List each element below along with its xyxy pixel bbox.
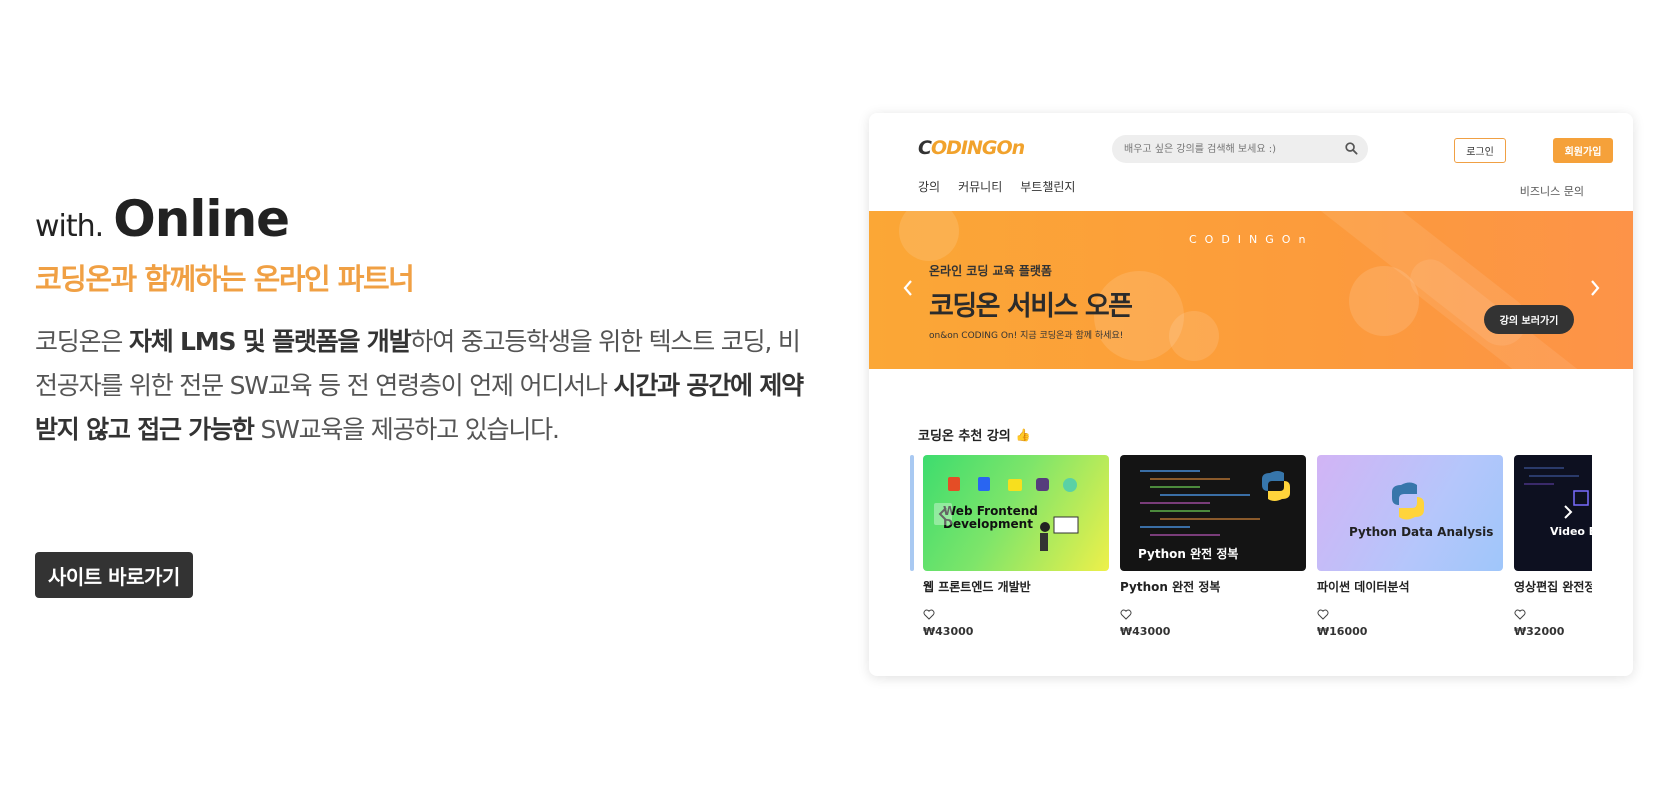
signup-button[interactable]: 회원가입 (1553, 138, 1613, 163)
hero-description: 코딩온은 자체 LMS 및 플랫폼을 개발하여 중고등학생을 위한 텍스트 코딩… (35, 320, 815, 452)
thumb-text: Video E (1550, 525, 1592, 538)
heart-icon[interactable] (1514, 609, 1526, 620)
course-card[interactable]: Python 완전 정복 Python 완전 정복 ₩43000 (1120, 455, 1306, 638)
business-inquiry-link[interactable]: 비즈니스 문의 (1520, 183, 1584, 199)
hero-heading: with. Online (35, 190, 815, 248)
banner-bubble (899, 211, 959, 261)
recommended-heading: 코딩온 추천 강의 👍 (918, 425, 1031, 445)
desc-part: SW교육을 제공하고 있습니다. (253, 415, 559, 444)
course-thumbnail: Python 완전 정복 (1120, 455, 1306, 571)
course-thumbnail: Web Frontend Development (923, 455, 1109, 571)
recommended-title: 코딩온 추천 강의 (918, 429, 1011, 444)
course-title[interactable]: 영상편집 완전정 (1514, 578, 1592, 595)
site-preview-card[interactable]: CODINGOn 로그인 회원가입 강의 커뮤니티 부트챌린지 비즈니스 문의 … (869, 113, 1633, 676)
logo-rest: ODINGOn (930, 137, 1025, 159)
heart-icon[interactable] (1317, 609, 1329, 620)
search-input[interactable] (1112, 135, 1368, 163)
thumbs-up-icon: 👍 (1015, 427, 1031, 442)
nav-item-bootchallenge[interactable]: 부트챌린지 (1020, 178, 1075, 195)
course-next-icon[interactable] (1560, 501, 1576, 523)
course-title[interactable]: Python 완전 정복 (1120, 578, 1306, 595)
carousel-edge (910, 455, 914, 571)
course-title[interactable]: 웹 프론트엔드 개발반 (923, 578, 1109, 595)
thumb-text: Python Data Analysis (1349, 525, 1494, 539)
hero-banner[interactable]: CODINGOn 온라인 코딩 교육 플랫폼 코딩온 서비스 오픈 on&on … (869, 211, 1633, 369)
hero-section: with. Online 코딩온과 함께하는 온라인 파트너 코딩온은 자체 L… (35, 190, 815, 598)
visit-site-button[interactable]: 사이트 바로가기 (35, 552, 193, 598)
banner-brand: CODINGOn (1189, 233, 1314, 246)
course-card[interactable]: Python Data Analysis 파이썬 데이터분석 ₩16000 (1317, 455, 1503, 638)
codingon-logo[interactable]: CODINGOn (918, 137, 1025, 159)
desc-part-bold: 자체 LMS 및 플랫폼을 개발 (128, 327, 412, 356)
code-lines-icon (1524, 467, 1589, 506)
desc-part: 코딩온은 (35, 327, 129, 356)
hero-subtitle: 코딩온과 함께하는 온라인 파트너 (35, 262, 415, 296)
banner-prev-icon[interactable] (901, 278, 915, 298)
course-carousel[interactable]: Web Frontend Development 웹 프론트엔드 개발반 ₩43… (910, 455, 1592, 655)
nav-item-courses[interactable]: 강의 (918, 178, 940, 195)
heart-icon[interactable] (1120, 609, 1132, 620)
hero-with: with. (35, 209, 104, 244)
banner-bubble (1169, 311, 1219, 361)
banner-title: 코딩온 서비스 오픈 (929, 291, 1133, 322)
preview-nav: 강의 커뮤니티 부트챌린지 (918, 178, 1075, 195)
python-logo-icon (1392, 482, 1424, 520)
banner-next-icon[interactable] (1588, 278, 1602, 298)
course-thumbnail: Python Data Analysis (1317, 455, 1503, 571)
course-prev-icon[interactable] (934, 503, 952, 525)
banner-subtitle: on&on CODING On! 지금 코딩온과 함께 하세요! (929, 331, 1124, 341)
login-button[interactable]: 로그인 (1454, 138, 1506, 163)
course-price: ₩32000 (1514, 625, 1565, 638)
banner-eyebrow: 온라인 코딩 교육 플랫폼 (929, 264, 1052, 278)
course-card[interactable]: Web Frontend Development 웹 프론트엔드 개발반 ₩43… (923, 455, 1109, 638)
course-price: ₩16000 (1317, 625, 1368, 638)
course-card[interactable]: Video E 영상편집 완전정 ₩32000 (1514, 455, 1592, 638)
course-thumbnail: Video E (1514, 455, 1592, 571)
preview-header: CODINGOn 로그인 회원가입 강의 커뮤니티 부트챌린지 비즈니스 문의 (869, 113, 1633, 211)
thumb-text: Python 완전 정복 (1138, 547, 1239, 561)
course-price: ₩43000 (923, 625, 974, 638)
course-title[interactable]: 파이썬 데이터분석 (1317, 578, 1503, 595)
hero-online: Online (113, 190, 290, 248)
nav-item-community[interactable]: 커뮤니티 (958, 178, 1002, 195)
course-price: ₩43000 (1120, 625, 1171, 638)
thumb-text: Web Frontend Development (943, 504, 1038, 531)
search-icon[interactable] (1345, 142, 1358, 155)
view-courses-button[interactable]: 강의 보러가기 (1484, 305, 1574, 334)
heart-icon[interactable] (923, 609, 935, 620)
logo-c: C (918, 137, 932, 159)
